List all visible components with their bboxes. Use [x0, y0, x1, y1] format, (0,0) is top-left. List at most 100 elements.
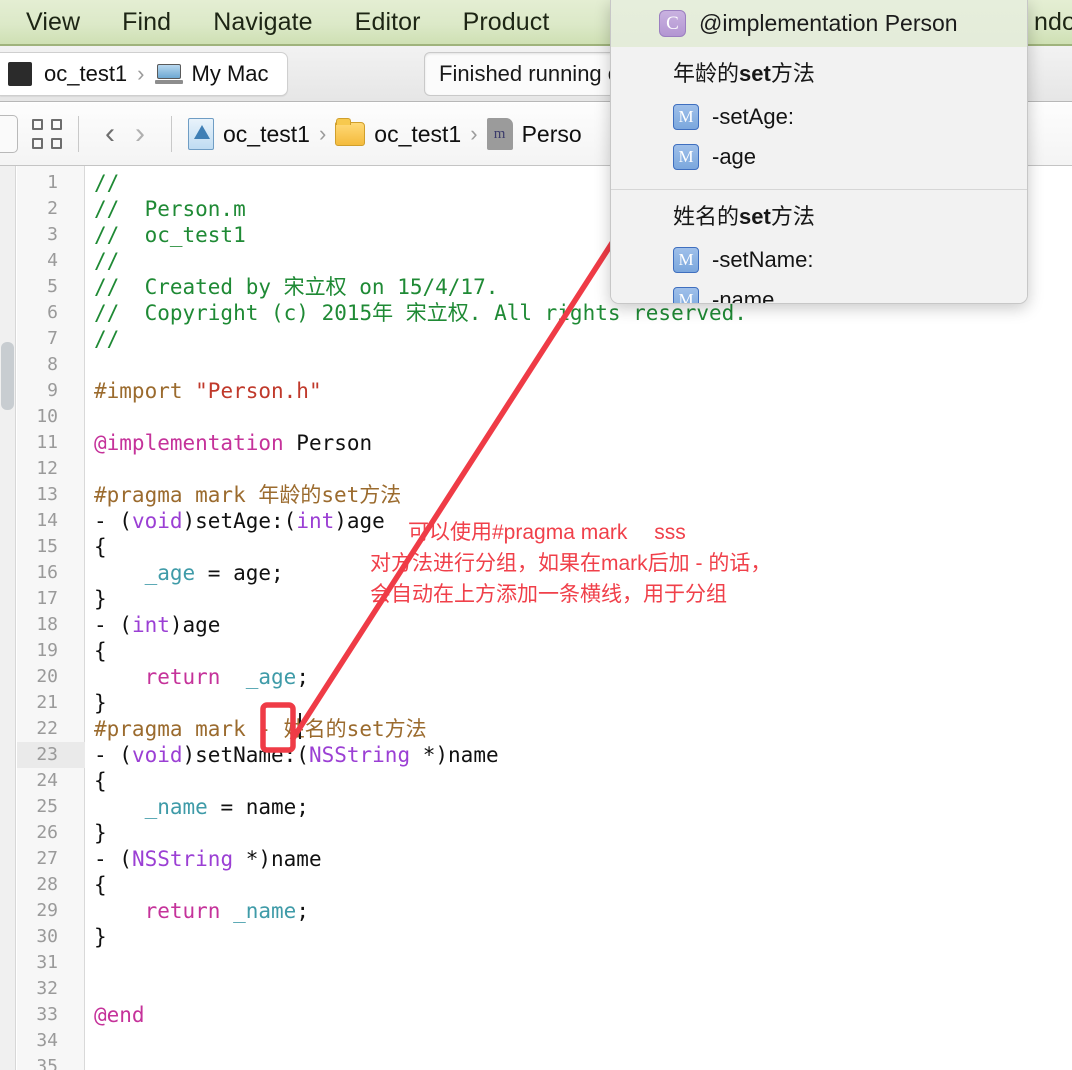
line-number: 10 — [36, 406, 58, 427]
code-token: )age — [334, 509, 385, 533]
code-line[interactable] — [94, 1054, 1054, 1070]
scheme-selector[interactable]: oc_test1 › My Mac — [0, 52, 288, 96]
method-icon: M — [673, 287, 699, 303]
popup-section-age: 年龄的set方法 M -setAge: M -age — [611, 47, 1027, 189]
line-number: 16 — [36, 562, 58, 583]
code-token: _age — [245, 665, 297, 689]
code-token: // — [94, 171, 120, 195]
code-token: } — [94, 821, 107, 845]
code-token: return — [144, 899, 221, 923]
breadcrumb-file[interactable]: m Perso — [486, 118, 582, 150]
section-title-pre: 年龄的 — [673, 61, 740, 86]
jumpbar-divider-1 — [78, 116, 79, 152]
popup-item-age[interactable]: M -age — [673, 137, 1027, 177]
code-text[interactable]: //// Person.m// oc_test1//// Created by … — [94, 170, 1054, 1070]
code-line[interactable]: } — [94, 690, 1054, 716]
code-line[interactable]: { — [94, 638, 1054, 664]
popup-section-title-name: 姓名的set方法 — [673, 199, 1027, 231]
menu-item-product[interactable]: Product — [463, 8, 550, 37]
code-line[interactable]: - (int)age — [94, 612, 1054, 638]
jump-bar-popup-menu[interactable]: C @implementation Person 年龄的set方法 M -set… — [610, 0, 1028, 304]
code-line[interactable] — [94, 1028, 1054, 1054]
code-line[interactable]: } — [94, 924, 1054, 950]
code-token: return — [144, 665, 221, 689]
code-line[interactable]: { — [94, 768, 1054, 794]
code-line[interactable]: // — [94, 326, 1054, 352]
navigator-toggle-button[interactable] — [0, 115, 18, 153]
section-title-bold: set — [739, 61, 771, 86]
code-line[interactable]: return _age; — [94, 664, 1054, 690]
code-line[interactable] — [94, 352, 1054, 378]
code-token: // — [94, 249, 120, 273]
section-title-post: 方法 — [770, 204, 815, 229]
popup-item-name[interactable]: M -name — [673, 280, 1027, 303]
breadcrumb-folder-label: oc_test1 — [374, 120, 462, 147]
code-line[interactable] — [94, 976, 1054, 1002]
code-token: )age — [169, 613, 221, 637]
line-number: 24 — [36, 770, 58, 791]
line-number: 3 — [47, 224, 58, 245]
code-token: { — [94, 639, 107, 663]
line-number: 31 — [36, 952, 58, 973]
objc-m-file-badge: m — [493, 125, 506, 142]
popup-item-label: -age — [712, 144, 757, 169]
line-number: 4 — [47, 250, 58, 271]
code-token: - ( — [94, 613, 132, 637]
code-line[interactable]: - (void)setName:(NSString *)name — [94, 742, 1054, 768]
code-line[interactable]: return _name; — [94, 898, 1054, 924]
line-number: 34 — [36, 1030, 58, 1051]
code-line[interactable]: { — [94, 872, 1054, 898]
forward-arrow-icon[interactable]: › — [125, 119, 155, 149]
menu-item-navigate[interactable]: Navigate — [213, 8, 312, 37]
code-token: - ( — [94, 847, 132, 871]
code-token: } — [94, 925, 107, 949]
code-line[interactable]: - (NSString *)name — [94, 846, 1054, 872]
menu-item-editor[interactable]: Editor — [355, 8, 421, 37]
menu-item-view[interactable]: View — [26, 8, 80, 37]
line-number: 15 — [36, 536, 58, 557]
code-line[interactable]: } — [94, 820, 1054, 846]
line-number: 29 — [36, 900, 58, 921]
code-token: *)name — [233, 847, 322, 871]
line-number: 33 — [36, 1004, 58, 1025]
menu-item-find[interactable]: Find — [122, 8, 171, 37]
code-line[interactable]: @end — [94, 1002, 1054, 1028]
scheme-separator: › — [137, 61, 145, 86]
menu-item-window[interactable]: ndo — [1034, 8, 1072, 37]
line-number: 27 — [36, 848, 58, 869]
line-number: 21 — [36, 692, 58, 713]
breadcrumb-folder[interactable]: oc_test1 — [335, 118, 462, 148]
code-token: *)name — [410, 743, 499, 767]
popup-item-setname[interactable]: M -setName: — [673, 240, 1027, 280]
popup-item-setage[interactable]: M -setAge: — [673, 97, 1027, 137]
breadcrumb-project[interactable]: oc_test1 — [188, 118, 310, 150]
code-token: #pragma mark — [94, 483, 259, 507]
line-number: 18 — [36, 614, 58, 635]
related-items-icon[interactable] — [32, 119, 62, 149]
code-line[interactable] — [94, 456, 1054, 482]
back-arrow-icon[interactable]: ‹ — [95, 119, 125, 149]
line-number: 20 — [36, 666, 58, 687]
objc-m-file-icon: m — [486, 118, 513, 150]
code-token: int — [131, 613, 170, 637]
section-title-bold: set — [739, 204, 771, 229]
code-token: 年龄的set方法 — [258, 483, 402, 507]
code-line[interactable]: #pragma mark - 姓名的set方法 — [94, 716, 1054, 742]
my-mac-icon — [154, 64, 183, 84]
code-line[interactable] — [94, 404, 1054, 430]
code-token: } — [94, 587, 107, 611]
code-token: - ( — [94, 743, 132, 767]
code-token: ; — [296, 899, 309, 923]
line-number: 12 — [36, 458, 58, 479]
code-token: _name — [233, 899, 297, 923]
code-token: // oc_test1 — [94, 223, 246, 247]
code-token: void — [131, 509, 183, 533]
code-line[interactable]: _name = name; — [94, 794, 1054, 820]
line-number: 14 — [36, 510, 58, 531]
code-line[interactable]: #import "Person.h" — [94, 378, 1054, 404]
code-line[interactable] — [94, 950, 1054, 976]
code-line[interactable]: #pragma mark 年龄的set方法 — [94, 482, 1054, 508]
popup-header-row[interactable]: C @implementation Person — [611, 0, 1027, 47]
code-line[interactable]: @implementation Person — [94, 430, 1054, 456]
